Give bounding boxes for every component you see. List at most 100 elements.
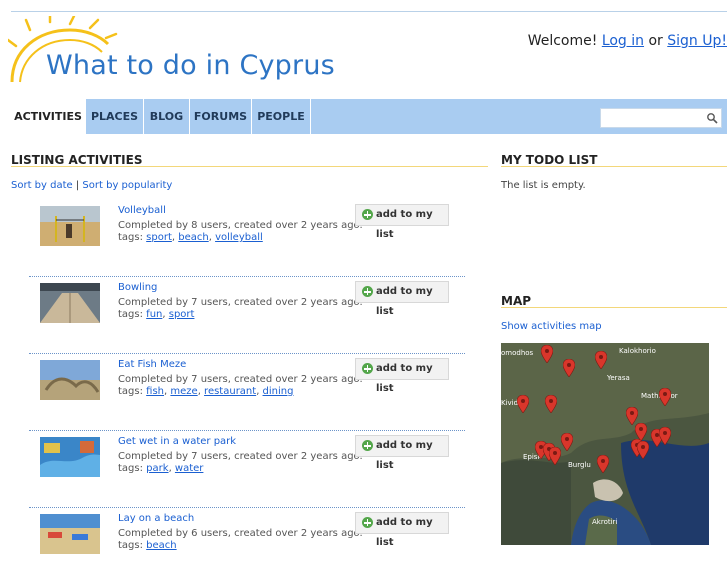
add-to-list-label: add to my list (376, 363, 433, 394)
activity-thumbnail[interactable] (40, 514, 100, 554)
tag-link[interactable]: beach (146, 540, 176, 551)
tags-label: tags: (118, 540, 143, 551)
show-activities-map-link[interactable]: Show activities map (501, 321, 602, 332)
activity-tags: tags: fish, meze, restaurant, dining (118, 386, 294, 397)
map-pin-icon[interactable] (549, 447, 561, 465)
tag-link[interactable]: fun (146, 309, 162, 320)
tag-link[interactable]: dining (263, 386, 294, 397)
add-to-list-button[interactable]: add to my list (355, 281, 449, 317)
tag-link[interactable]: restaurant (204, 386, 256, 397)
tag-link[interactable]: water (175, 463, 204, 474)
map-pin-icon[interactable] (659, 388, 671, 406)
map-pin-icon[interactable] (541, 345, 553, 363)
activity-tags: tags: park, water (118, 463, 204, 474)
nav-activities[interactable]: ACTIVITIES (11, 99, 86, 134)
search-input[interactable] (601, 109, 709, 127)
main-nav: ACTIVITIES PLACES BLOG FORUMS PEOPLE (11, 99, 727, 134)
signup-link[interactable]: Sign Up! (667, 33, 727, 49)
activity-meta: Completed by 7 users, created over 2 yea… (118, 374, 363, 385)
todo-empty-text: The list is empty. (501, 180, 586, 191)
plus-icon (362, 209, 373, 220)
map-label: Akrotiri (592, 518, 618, 526)
nav-forums[interactable]: FORUMS (190, 99, 252, 134)
plus-icon (362, 440, 373, 451)
map-pin-icon[interactable] (561, 433, 573, 451)
add-to-list-label: add to my list (376, 209, 433, 240)
add-to-list-button[interactable]: add to my list (355, 204, 449, 240)
site-logo[interactable]: What to do in Cyprus (6, 14, 335, 88)
activity-tags: tags: sport, beach, volleyball (118, 232, 263, 243)
activity-item: Bowling Completed by 7 users, created ov… (29, 271, 465, 347)
map-pin-icon[interactable] (659, 427, 671, 445)
listing-title-rule (11, 166, 488, 167)
logo-text: What to do in Cyprus (46, 50, 335, 81)
activity-name-link[interactable]: Eat Fish Meze (118, 359, 186, 370)
nav-places[interactable]: PLACES (86, 99, 144, 134)
login-link[interactable]: Log in (602, 33, 644, 49)
activity-tags: tags: fun, sport (118, 309, 195, 320)
tags-label: tags: (118, 386, 143, 397)
add-to-list-button[interactable]: add to my list (355, 512, 449, 548)
add-to-list-button[interactable]: add to my list (355, 358, 449, 394)
tag-link[interactable]: meze (170, 386, 197, 397)
activity-name-link[interactable]: Volleyball (118, 205, 166, 216)
welcome-text: Welcome! (527, 33, 598, 49)
map-pin-icon[interactable] (597, 455, 609, 473)
activity-thumbnail[interactable] (40, 283, 100, 323)
map-pin-icon[interactable] (545, 395, 557, 413)
tags-label: tags: (118, 232, 143, 243)
welcome-bar: Welcome! Log in or Sign Up! (528, 33, 727, 49)
map-pin-icon[interactable] (563, 359, 575, 377)
tags-label: tags: (118, 463, 143, 474)
add-to-list-button[interactable]: add to my list (355, 435, 449, 471)
map-terrain (501, 343, 709, 545)
tag-link[interactable]: sport (169, 309, 195, 320)
activity-tags: tags: beach (118, 540, 177, 551)
map-pin-icon[interactable] (517, 395, 529, 413)
activity-name-link[interactable]: Bowling (118, 282, 157, 293)
activity-item: Get wet in a water park Completed by 7 u… (29, 425, 465, 501)
search-box (600, 108, 722, 128)
listing-title: LISTING ACTIVITIES (11, 153, 143, 167)
sort-by-date-link[interactable]: Sort by date (11, 180, 73, 191)
tag-link[interactable]: volleyball (215, 232, 263, 243)
add-to-list-label: add to my list (376, 286, 433, 317)
todo-title-rule (501, 166, 727, 167)
todo-title: MY TODO LIST (501, 153, 598, 167)
top-divider (11, 11, 727, 12)
map-label: Burglu (568, 461, 591, 469)
activity-thumbnail[interactable] (40, 360, 100, 400)
activity-meta: Completed by 7 users, created over 2 yea… (118, 451, 363, 462)
activity-meta: Completed by 8 users, created over 2 yea… (118, 220, 363, 231)
tag-link[interactable]: sport (146, 232, 172, 243)
activity-thumbnail[interactable] (40, 437, 100, 477)
tags-label: tags: (118, 309, 143, 320)
activity-meta: Completed by 7 users, created over 2 yea… (118, 297, 363, 308)
activity-name-link[interactable]: Get wet in a water park (118, 436, 236, 447)
sort-by-popularity-link[interactable]: Sort by popularity (82, 180, 172, 191)
map-title-rule (501, 307, 727, 308)
nav-blog[interactable]: BLOG (144, 99, 190, 134)
map-label: Yerasa (607, 374, 630, 382)
tag-link[interactable]: fish (146, 386, 164, 397)
map-title: MAP (501, 294, 532, 308)
map-label: Kalokhorio (619, 347, 656, 355)
add-to-list-label: add to my list (376, 440, 433, 471)
map-pin-icon[interactable] (637, 441, 649, 459)
nav-people[interactable]: PEOPLE (252, 99, 311, 134)
activity-item: Lay on a beach Completed by 6 users, cre… (29, 502, 465, 578)
tag-link[interactable]: beach (178, 232, 208, 243)
plus-icon (362, 363, 373, 374)
or-text: or (648, 33, 663, 49)
activity-meta: Completed by 6 users, created over 2 yea… (118, 528, 363, 539)
activity-item: Eat Fish Meze Completed by 7 users, crea… (29, 348, 465, 424)
sort-separator: | (75, 180, 80, 191)
tag-link[interactable]: park (146, 463, 168, 474)
search-icon[interactable] (706, 112, 718, 124)
activities-map[interactable]: omodhos Kalokhorio Yerasa Mathikolor Kiv… (501, 343, 709, 545)
activity-name-link[interactable]: Lay on a beach (118, 513, 194, 524)
plus-icon (362, 286, 373, 297)
activity-thumbnail[interactable] (40, 206, 100, 246)
map-pin-icon[interactable] (595, 351, 607, 369)
plus-icon (362, 517, 373, 528)
